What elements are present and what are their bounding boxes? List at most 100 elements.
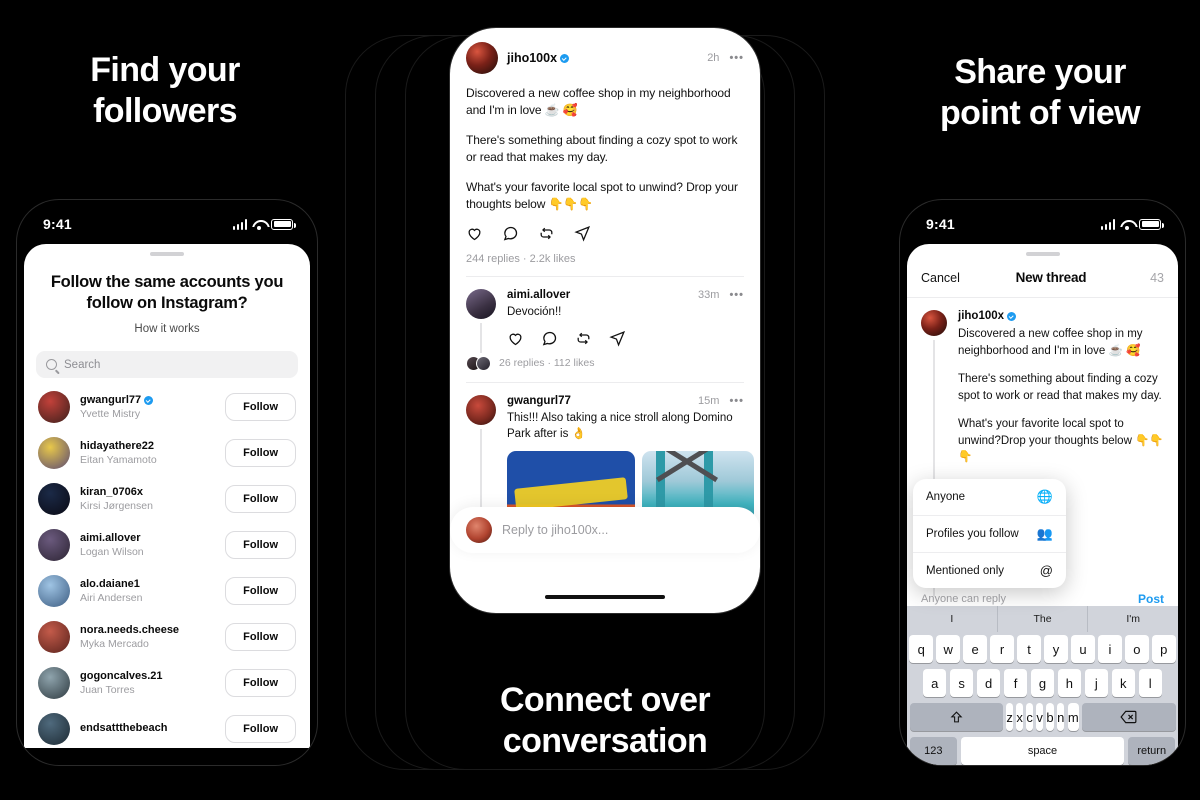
avatar[interactable] bbox=[38, 483, 70, 516]
user-handle: endsattthebeach bbox=[80, 722, 168, 735]
post-timestamp: 2h bbox=[707, 52, 720, 64]
key-y[interactable]: y bbox=[1044, 635, 1068, 663]
audience-option-mentioned-only[interactable]: Mentioned only @ bbox=[913, 552, 1066, 588]
avatar[interactable] bbox=[38, 667, 70, 700]
key-k[interactable]: k bbox=[1111, 669, 1135, 697]
cellular-icon bbox=[232, 218, 247, 230]
return-key[interactable]: return bbox=[1127, 737, 1176, 765]
suggested-user-row[interactable]: alo.daiane1 Airi Andersen Follow bbox=[24, 568, 310, 614]
follow-button[interactable]: Follow bbox=[225, 485, 296, 514]
prediction-2[interactable]: The bbox=[996, 606, 1088, 632]
repost-icon[interactable] bbox=[575, 330, 592, 347]
key-l[interactable]: l bbox=[1138, 669, 1162, 697]
key-a[interactable]: a bbox=[923, 669, 947, 697]
post-button[interactable]: Post bbox=[1138, 592, 1164, 606]
heart-icon[interactable] bbox=[507, 330, 524, 347]
key-c[interactable]: c bbox=[1026, 703, 1033, 731]
shift-icon[interactable] bbox=[909, 703, 1003, 731]
key-b[interactable]: b bbox=[1046, 703, 1054, 731]
right-phone-frame: 9:41 Cancel New thread 43 jiho100x Disco… bbox=[900, 200, 1185, 765]
comment-icon[interactable] bbox=[541, 330, 558, 347]
prediction-1[interactable]: I bbox=[907, 606, 997, 632]
key-g[interactable]: g bbox=[1030, 669, 1055, 697]
follow-button[interactable]: Follow bbox=[225, 623, 296, 652]
user-handle: hidayathere22 bbox=[80, 440, 154, 453]
compose-author-handle[interactable]: jiho100x bbox=[958, 310, 1164, 322]
avatar[interactable] bbox=[921, 310, 947, 336]
compose-body[interactable]: jiho100x Discovered a new coffee shop in… bbox=[958, 310, 1164, 466]
post-author-handle[interactable]: jiho100x bbox=[507, 51, 570, 65]
key-q[interactable]: q bbox=[909, 635, 933, 663]
repost-icon[interactable] bbox=[538, 225, 555, 242]
suggested-user-row[interactable]: kiran_0706x Kirsi Jørgensen Follow bbox=[24, 476, 310, 522]
avatar[interactable] bbox=[38, 713, 70, 746]
more-options-icon[interactable]: ••• bbox=[729, 395, 744, 407]
follow-button[interactable]: Follow bbox=[225, 393, 296, 422]
key-z[interactable]: z bbox=[1006, 703, 1013, 731]
reply-composer-bar[interactable]: Reply to jiho100x... bbox=[450, 507, 760, 553]
user-real-name: Eitan Yamamoto bbox=[80, 454, 157, 467]
share-icon[interactable] bbox=[609, 330, 626, 347]
heart-icon[interactable] bbox=[466, 225, 483, 242]
key-h[interactable]: h bbox=[1057, 669, 1082, 697]
cancel-button[interactable]: Cancel bbox=[921, 271, 960, 285]
share-icon[interactable] bbox=[574, 225, 591, 242]
more-options-icon[interactable]: ••• bbox=[729, 289, 744, 301]
reply-author-handle[interactable]: gwangurl77 bbox=[507, 395, 571, 407]
key-n[interactable]: n bbox=[1057, 703, 1065, 731]
key-j[interactable]: j bbox=[1084, 669, 1109, 697]
reply-author-handle[interactable]: aimi.allover bbox=[507, 289, 570, 301]
avatar[interactable] bbox=[38, 391, 70, 424]
key-d[interactable]: d bbox=[976, 669, 1001, 697]
key-w[interactable]: w bbox=[936, 635, 960, 663]
avatar[interactable] bbox=[38, 529, 70, 562]
key-u[interactable]: u bbox=[1071, 635, 1095, 663]
avatar[interactable] bbox=[38, 437, 70, 470]
suggested-user-row[interactable]: hidayathere22 Eitan Yamamoto Follow bbox=[24, 430, 310, 476]
key-m[interactable]: m bbox=[1067, 703, 1079, 731]
follow-button[interactable]: Follow bbox=[225, 531, 296, 560]
key-f[interactable]: f bbox=[1003, 669, 1028, 697]
key-o[interactable]: o bbox=[1125, 635, 1149, 663]
compose-paragraph: What's your favorite local spot to unwin… bbox=[958, 418, 1164, 464]
follow-button[interactable]: Follow bbox=[225, 715, 296, 744]
prediction-3[interactable]: I'm bbox=[1087, 606, 1178, 632]
follow-button[interactable]: Follow bbox=[225, 577, 296, 606]
space-key[interactable]: space bbox=[960, 737, 1125, 765]
audience-status[interactable]: Anyone can reply bbox=[921, 593, 1006, 605]
key-p[interactable]: p bbox=[1152, 635, 1176, 663]
key-x[interactable]: x bbox=[1016, 703, 1023, 731]
more-options-icon[interactable]: ••• bbox=[729, 52, 744, 64]
headline-connect-conversation: Connect over conversation bbox=[499, 681, 711, 761]
key-s[interactable]: s bbox=[949, 669, 974, 697]
avatar[interactable] bbox=[466, 394, 496, 425]
comment-icon[interactable] bbox=[502, 225, 519, 242]
follow-button[interactable]: Follow bbox=[225, 669, 296, 698]
suggested-user-row[interactable]: endsattthebeach Follow bbox=[24, 706, 310, 748]
sheet-title: Follow the same accounts you follow on I… bbox=[50, 273, 284, 313]
numbers-key[interactable]: 123 bbox=[909, 737, 958, 765]
root-post: jiho100x 2h ••• Discovered a new coffee … bbox=[450, 28, 760, 278]
suggested-user-row[interactable]: gwangurl77 Yvette Mistry Follow bbox=[24, 384, 310, 430]
avatar bbox=[466, 517, 492, 543]
avatar[interactable] bbox=[466, 289, 496, 320]
suggested-user-row[interactable]: nora.needs.cheese Myka Mercado Follow bbox=[24, 614, 310, 660]
key-i[interactable]: i bbox=[1098, 635, 1122, 663]
suggested-user-row[interactable]: gogoncalves.21 Juan Torres Follow bbox=[24, 660, 310, 706]
avatar[interactable] bbox=[38, 575, 70, 608]
follow-button[interactable]: Follow bbox=[225, 439, 296, 468]
key-v[interactable]: v bbox=[1036, 703, 1043, 731]
status-bar: 9:41 bbox=[900, 200, 1185, 240]
backspace-icon[interactable] bbox=[1082, 703, 1176, 731]
search-input[interactable]: Search bbox=[36, 351, 298, 379]
audience-option-profiles-you-follow[interactable]: Profiles you follow 👥 bbox=[913, 515, 1066, 552]
key-t[interactable]: t bbox=[1017, 635, 1041, 663]
avatar[interactable] bbox=[466, 42, 498, 74]
key-e[interactable]: e bbox=[963, 635, 987, 663]
suggested-user-row[interactable]: aimi.allover Logan Wilson Follow bbox=[24, 522, 310, 568]
audience-option-anyone[interactable]: Anyone 🌐 bbox=[913, 479, 1066, 515]
key-r[interactable]: r bbox=[990, 635, 1014, 663]
reply-meta: 15m ••• bbox=[698, 395, 744, 407]
avatar[interactable] bbox=[38, 621, 70, 654]
how-it-works-link[interactable]: How it works bbox=[24, 314, 310, 335]
